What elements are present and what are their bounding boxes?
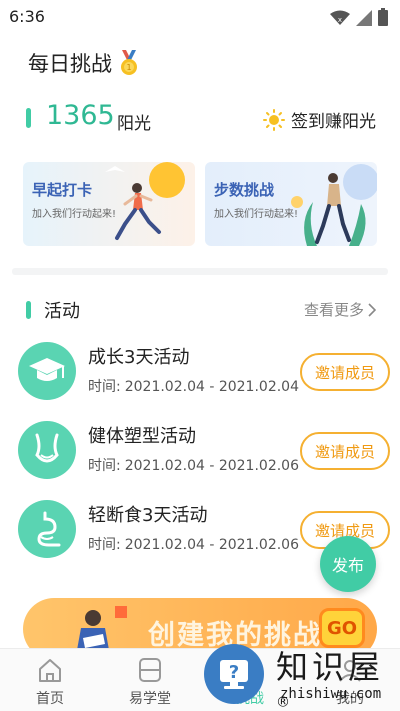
challenge-card-steps[interactable]: 步数挑战 加入我们行动起来! xyxy=(205,162,377,246)
activity-time-value: 2021.02.04 - 2021.02.06 xyxy=(124,537,299,553)
activity-time: 时间: 2021.02.04 - 2021.02.06 xyxy=(88,455,299,475)
activity-item[interactable]: 健体塑型活动 时间: 2021.02.04 - 2021.02.06 邀请成员 xyxy=(18,419,390,483)
activity-time-label: 时间: xyxy=(88,379,121,395)
accent-bar xyxy=(26,108,31,128)
activity-time-label: 时间: xyxy=(88,458,121,474)
invite-button[interactable]: 邀请成员 xyxy=(300,432,390,470)
challenge-title: 早起打卡 xyxy=(32,181,93,199)
battery-icon xyxy=(378,8,388,26)
activity-name: 轻断食3天活动 xyxy=(88,505,208,526)
challenge-subtitle: 加入我们行动起来! xyxy=(32,209,117,220)
watermark-title-text: 知识屋 xyxy=(276,648,385,686)
medal-icon: 1 xyxy=(121,50,137,75)
watermark: ? 知识屋® zhishiwu.com xyxy=(196,638,400,711)
watermark-subtitle: zhishiwu.com xyxy=(280,686,382,702)
svg-text:x: x xyxy=(338,16,342,24)
runner-illustration xyxy=(105,162,185,240)
tab-school[interactable]: 易学堂 xyxy=(100,649,200,711)
status-time: 6:36 xyxy=(9,7,45,26)
activity-time-value: 2021.02.04 - 2021.02.06 xyxy=(124,458,299,474)
svg-text:1: 1 xyxy=(126,63,131,72)
home-icon xyxy=(39,659,61,682)
watermark-logo-icon: ? xyxy=(204,644,264,704)
sunshine-count: 1365 xyxy=(46,100,115,131)
activities-header: 活动 查看更多 xyxy=(24,296,376,324)
sun-icon xyxy=(263,108,285,131)
graduation-cap-icon xyxy=(18,342,76,400)
activity-name: 健体塑型活动 xyxy=(88,426,196,447)
activity-time: 时间: 2021.02.04 - 2021.02.04 xyxy=(88,376,299,396)
activity-time-label: 时间: xyxy=(88,537,121,553)
walker-illustration xyxy=(291,164,377,246)
publish-button[interactable]: 发布 xyxy=(320,536,376,592)
wifi-icon: x xyxy=(330,10,350,25)
tab-label: 易学堂 xyxy=(129,691,171,707)
accent-bar xyxy=(26,301,31,319)
page-title: 每日挑战 1 xyxy=(28,48,140,78)
svg-text:?: ? xyxy=(229,662,239,683)
status-icons: x xyxy=(330,8,388,26)
sunshine-unit: 阳光 xyxy=(117,114,151,134)
book-icon xyxy=(139,658,161,682)
activity-item[interactable]: 成长3天活动 时间: 2021.02.04 - 2021.02.04 邀请成员 xyxy=(18,340,390,404)
tab-label: 首页 xyxy=(36,691,64,707)
challenge-subtitle: 加入我们行动起来! xyxy=(214,209,299,220)
tab-home[interactable]: 首页 xyxy=(0,649,100,711)
checkin-button[interactable]: 签到赚阳光 xyxy=(263,107,376,132)
page-title-text: 每日挑战 xyxy=(28,52,112,76)
section-divider xyxy=(12,268,388,275)
body-shape-icon xyxy=(18,421,76,479)
checkin-label: 签到赚阳光 xyxy=(291,112,376,132)
sunshine-row: 1365 阳光 签到赚阳光 xyxy=(24,100,376,134)
chevron-right-icon xyxy=(368,302,376,317)
challenge-title: 步数挑战 xyxy=(214,181,275,199)
invite-button[interactable]: 邀请成员 xyxy=(300,353,390,391)
stomach-icon xyxy=(18,500,76,558)
see-more-label: 查看更多 xyxy=(303,301,364,319)
challenge-card-early[interactable]: 早起打卡 加入我们行动起来! xyxy=(23,162,195,246)
activity-name: 成长3天活动 xyxy=(88,347,190,368)
activity-time: 时间: 2021.02.04 - 2021.02.06 xyxy=(88,534,299,554)
see-more-link[interactable]: 查看更多 xyxy=(304,299,376,320)
status-bar: 6:36 x xyxy=(0,0,400,34)
activity-time-value: 2021.02.04 - 2021.02.04 xyxy=(124,379,299,395)
signal-icon xyxy=(356,10,372,26)
section-title: 活动 xyxy=(44,301,80,322)
